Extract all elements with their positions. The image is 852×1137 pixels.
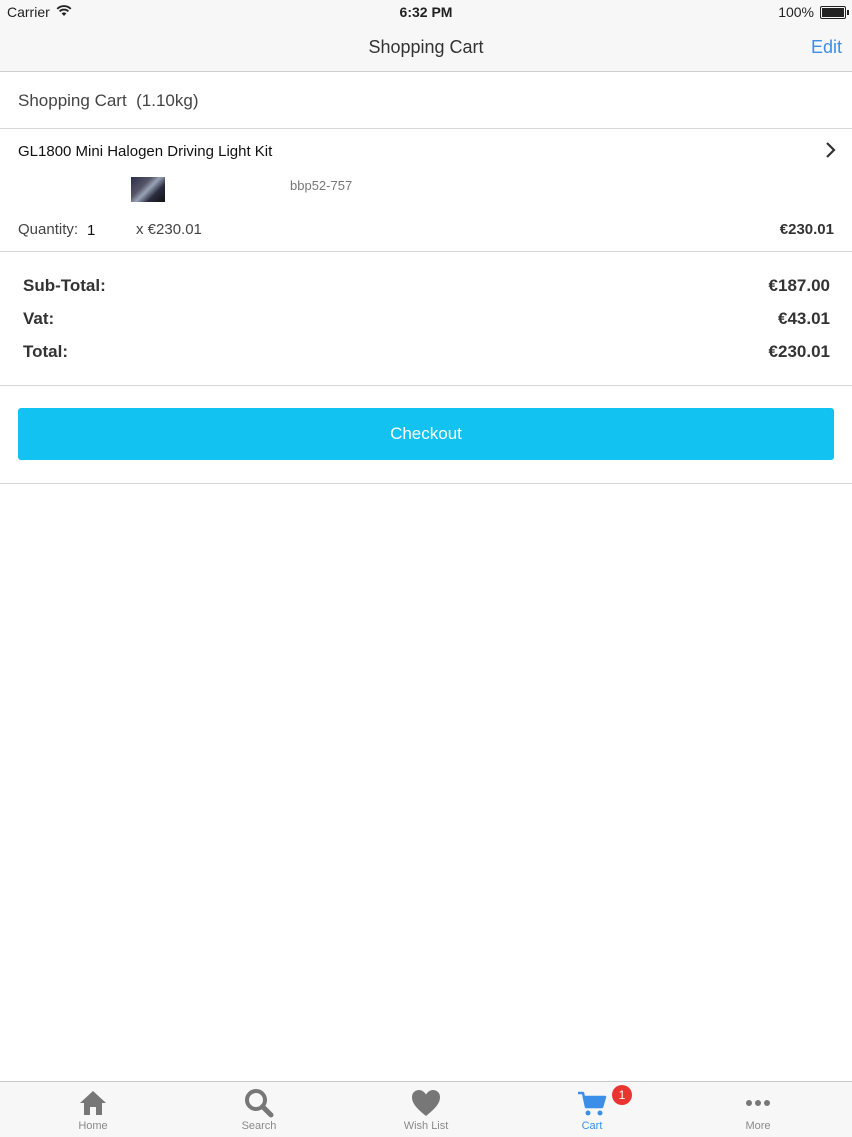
subtotal-row: Sub-Total: €187.00 xyxy=(23,276,830,300)
chevron-right-icon[interactable] xyxy=(824,141,838,159)
cart-weight-header: Shopping Cart (1.10kg) xyxy=(0,72,852,129)
more-icon xyxy=(746,1100,770,1106)
total-row: Total: €230.01 xyxy=(23,342,830,366)
battery-icon xyxy=(820,6,849,19)
unit-price: x €230.01 xyxy=(136,221,202,238)
item-sku: bbp52-757 xyxy=(290,178,353,193)
search-icon xyxy=(245,1089,274,1118)
vat-row: Vat: €43.01 xyxy=(23,309,830,333)
tab-cart[interactable]: 1 Cart xyxy=(532,1082,652,1137)
cart-badge: 1 xyxy=(612,1085,632,1105)
tab-more-label: More xyxy=(745,1120,771,1132)
cart-item[interactable]: GL1800 Mini Halogen Driving Light Kit bb… xyxy=(0,129,852,252)
status-bar: Carrier 6:32 PM 100% xyxy=(0,0,852,24)
cart-weight-label: Shopping Cart (1.10kg) xyxy=(18,91,199,110)
tab-search[interactable]: Search xyxy=(199,1082,319,1137)
checkout-section: Checkout xyxy=(0,386,852,484)
tab-wishlist-label: Wish List xyxy=(403,1120,449,1132)
total-label: Total: xyxy=(23,342,69,361)
battery-percent: 100% xyxy=(778,4,814,20)
vat-label: Vat: xyxy=(23,309,55,328)
totals-section: Sub-Total: €187.00 Vat: €43.01 Total: €2… xyxy=(0,252,852,386)
heart-icon xyxy=(412,1090,440,1116)
edit-button[interactable]: Edit xyxy=(811,37,842,58)
tab-home-label: Home xyxy=(78,1120,108,1132)
tab-cart-label: Cart xyxy=(581,1120,603,1132)
tab-search-label: Search xyxy=(241,1120,277,1132)
tab-bar: Home Search Wish List 1 Cart More xyxy=(0,1081,852,1137)
item-thumbnail xyxy=(131,177,165,202)
subtotal-label: Sub-Total: xyxy=(23,276,106,295)
page-title: Shopping Cart xyxy=(368,37,484,57)
quantity-value: 1 xyxy=(87,222,96,239)
cart-icon xyxy=(578,1091,607,1116)
item-name: GL1800 Mini Halogen Driving Light Kit xyxy=(18,143,273,160)
home-icon xyxy=(80,1091,106,1115)
tab-wishlist[interactable]: Wish List xyxy=(366,1082,486,1137)
vat-value: €43.01 xyxy=(778,309,830,328)
navigation-bar: Shopping Cart Edit xyxy=(0,24,852,72)
clock: 6:32 PM xyxy=(399,4,453,20)
subtotal-value: €187.00 xyxy=(768,276,830,295)
line-total: €230.01 xyxy=(779,221,834,238)
quantity-label: Quantity: xyxy=(18,221,79,238)
tab-home[interactable]: Home xyxy=(33,1082,153,1137)
tab-more[interactable]: More xyxy=(698,1082,818,1137)
total-value: €230.01 xyxy=(768,342,830,361)
checkout-button[interactable]: Checkout xyxy=(18,408,834,460)
